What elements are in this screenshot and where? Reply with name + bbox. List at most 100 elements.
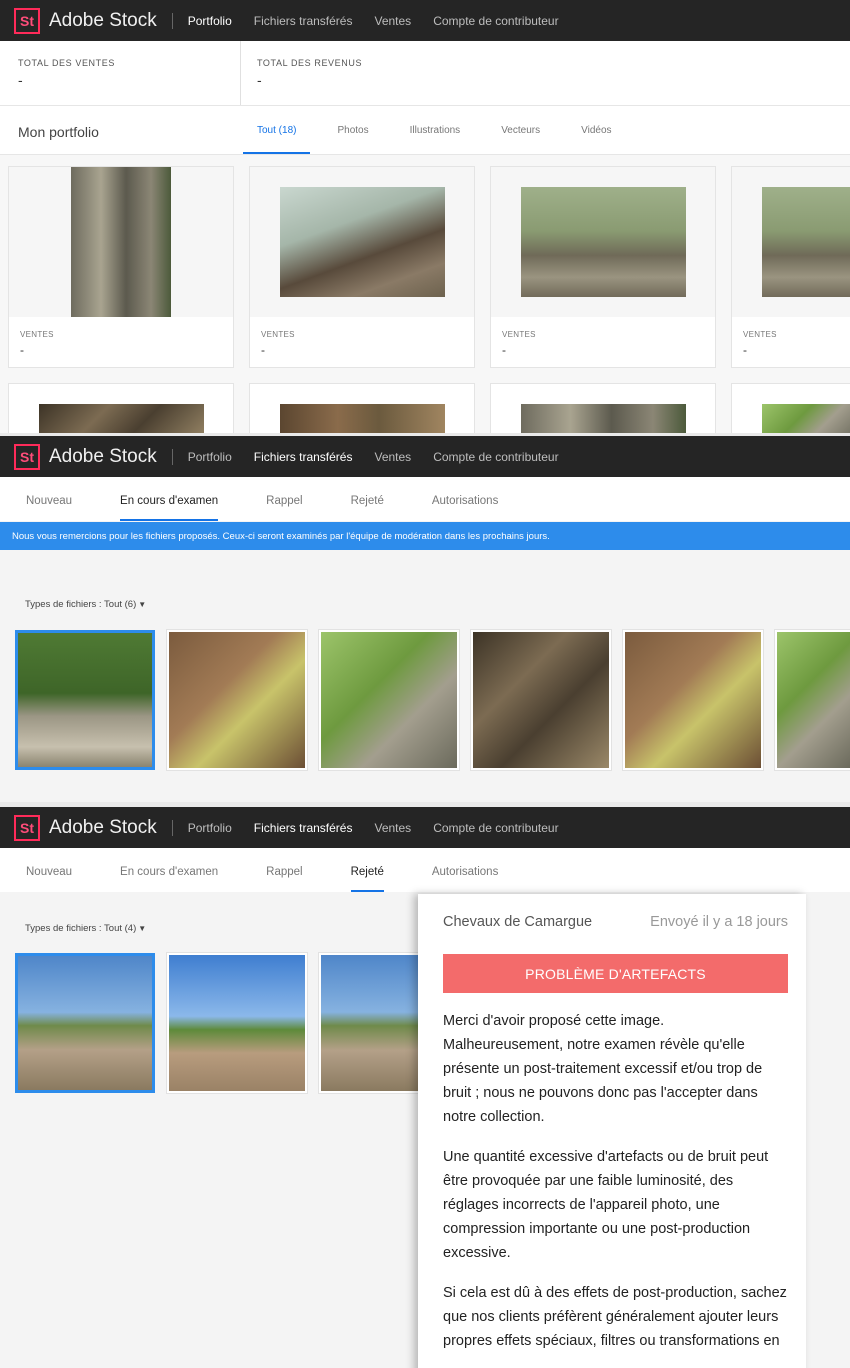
portfolio-card[interactable]: VENTES - xyxy=(490,166,716,368)
file-thumbnail[interactable] xyxy=(167,630,307,770)
portfolio-card[interactable]: VENTES - xyxy=(8,166,234,368)
file-type-filter-label: Types de fichiers : Tout (6) xyxy=(25,599,137,610)
tab-reminder[interactable]: Rappel xyxy=(266,477,302,521)
file-type-filter[interactable]: Types de fichiers : Tout (4) ▼ xyxy=(25,923,146,934)
in-review-panel: St Adobe Stock Portfolio Fichiers transf… xyxy=(0,436,850,802)
nav-separator xyxy=(171,819,173,836)
tab-authorizations[interactable]: Autorisations xyxy=(432,477,498,521)
portfolio-card[interactable] xyxy=(249,383,475,433)
nav-sales[interactable]: Ventes xyxy=(374,821,411,835)
tab-authorizations[interactable]: Autorisations xyxy=(432,848,498,892)
file-type-filter[interactable]: Types de fichiers : Tout (6) ▼ xyxy=(25,599,146,610)
nav-uploaded-files[interactable]: Fichiers transférés xyxy=(254,821,353,835)
stat-value: - xyxy=(18,72,23,88)
portfolio-card[interactable]: VENTES - xyxy=(731,166,850,368)
file-thumbnail[interactable] xyxy=(15,953,155,1093)
portfolio-thumbnail[interactable] xyxy=(762,187,850,297)
tab-in-review[interactable]: En cours d'examen xyxy=(120,848,218,892)
adobe-stock-logo[interactable]: St xyxy=(14,7,40,34)
file-thumbnail[interactable] xyxy=(167,953,307,1093)
card-sales-value: - xyxy=(502,343,506,357)
portfolio-card[interactable] xyxy=(490,383,716,433)
adobe-stock-logo[interactable]: St xyxy=(14,443,40,470)
portfolio-thumbnail[interactable] xyxy=(38,404,204,433)
chevron-down-icon[interactable]: ▼ xyxy=(138,600,146,609)
thumbnail-image xyxy=(18,633,152,767)
brand-name[interactable]: Adobe Stock xyxy=(49,817,157,839)
portfolio-thumbnail[interactable] xyxy=(520,404,686,433)
nav-contributor-account[interactable]: Compte de contributeur xyxy=(433,821,558,835)
portfolio-thumbnail[interactable] xyxy=(762,404,850,433)
portfolio-thumbnail[interactable] xyxy=(71,167,171,317)
card-sales-value: - xyxy=(20,343,24,357)
portfolio-thumbnail[interactable] xyxy=(279,187,445,297)
portfolio-thumbnail[interactable] xyxy=(279,404,445,433)
nav-portfolio[interactable]: Portfolio xyxy=(188,450,232,464)
nav-sales[interactable]: Ventes xyxy=(374,14,411,28)
stat-label: TOTAL DES VENTES xyxy=(18,58,115,68)
rejected-panel: St Adobe Stock Portfolio Fichiers transf… xyxy=(0,807,850,1368)
nav-separator xyxy=(171,448,173,465)
nav-contributor-account[interactable]: Compte de contributeur xyxy=(433,14,558,28)
tab-all[interactable]: Tout (18) xyxy=(242,106,312,154)
brand-name[interactable]: Adobe Stock xyxy=(49,446,157,468)
chevron-down-icon[interactable]: ▼ xyxy=(138,924,146,933)
nav-portfolio[interactable]: Portfolio xyxy=(188,14,232,28)
file-thumbnail[interactable] xyxy=(15,630,155,770)
upload-status-tabs: Nouveau En cours d'examen Rappel Rejeté … xyxy=(0,477,850,521)
card-sales-value: - xyxy=(743,343,747,357)
tab-new[interactable]: Nouveau xyxy=(26,477,72,521)
card-sales-label: VENTES xyxy=(502,330,536,339)
portfolio-card[interactable]: VENTES - xyxy=(249,166,475,368)
tab-rejected[interactable]: Rejeté xyxy=(351,477,384,521)
sent-date: Envoyé il y a 18 jours xyxy=(650,914,788,930)
file-title: Chevaux de Camargue xyxy=(443,914,593,930)
stat-value: - xyxy=(257,72,262,88)
tab-new[interactable]: Nouveau xyxy=(26,848,72,892)
card-sales-label: VENTES xyxy=(261,330,295,339)
tab-in-review[interactable]: En cours d'examen xyxy=(120,477,219,521)
tab-vectors[interactable]: Vecteurs xyxy=(501,106,540,154)
nav-contributor-account[interactable]: Compte de contributeur xyxy=(433,450,558,464)
tab-rejected[interactable]: Rejeté xyxy=(350,848,385,892)
top-navigation-bar: St Adobe Stock Portfolio Fichiers transf… xyxy=(0,0,850,41)
card-sales-label: VENTES xyxy=(743,330,777,339)
file-thumbnail[interactable] xyxy=(471,630,611,770)
thumbnail-image xyxy=(18,956,152,1090)
stat-total-revenue: TOTAL DES REVENUS - xyxy=(240,41,480,105)
file-thumbnail[interactable] xyxy=(775,630,850,770)
thumbnail-image xyxy=(473,632,609,768)
stat-total-sales: TOTAL DES VENTES - xyxy=(0,41,240,105)
portfolio-header: Mon portfolio Tout (18) Photos Illustrat… xyxy=(0,106,850,155)
nav-uploaded-files[interactable]: Fichiers transférés xyxy=(254,450,353,464)
nav-portfolio[interactable]: Portfolio xyxy=(188,821,232,835)
tab-photos[interactable]: Photos xyxy=(337,106,368,154)
portfolio-card[interactable] xyxy=(8,383,234,433)
file-type-filter-label: Types de fichiers : Tout (4) xyxy=(25,923,137,934)
file-thumbnail[interactable] xyxy=(623,630,763,770)
portfolio-card[interactable] xyxy=(731,383,850,433)
info-banner: Nous vous remercions pour les fichiers p… xyxy=(0,522,850,550)
adobe-stock-logo[interactable]: St xyxy=(14,814,40,841)
portfolio-thumbnail[interactable] xyxy=(520,187,686,297)
tab-videos[interactable]: Vidéos xyxy=(581,106,611,154)
stats-bar: TOTAL DES VENTES - TOTAL DES REVENUS - xyxy=(0,41,850,106)
nav-sales[interactable]: Ventes xyxy=(374,450,411,464)
card-sales-label: VENTES xyxy=(20,330,54,339)
brand-name[interactable]: Adobe Stock xyxy=(49,10,157,32)
nav-uploaded-files[interactable]: Fichiers transférés xyxy=(254,14,353,28)
thumbnail-image xyxy=(169,955,305,1091)
rejection-paragraph: Merci d'avoir proposé cette image. Malhe… xyxy=(443,1013,763,1125)
nav-separator xyxy=(171,12,173,29)
file-thumbnail[interactable] xyxy=(319,630,459,770)
top-navigation-bar: St Adobe Stock Portfolio Fichiers transf… xyxy=(0,436,850,477)
tab-illustrations[interactable]: Illustrations xyxy=(410,106,461,154)
rejection-paragraph: Une quantité excessive d'artefacts ou de… xyxy=(443,1149,769,1261)
stat-label: TOTAL DES REVENUS xyxy=(257,58,363,68)
thumbnail-image xyxy=(321,632,457,768)
upload-status-tabs: Nouveau En cours d'examen Rappel Rejeté … xyxy=(0,848,850,892)
rejection-detail-panel: Chevaux de Camargue Envoyé il y a 18 jou… xyxy=(418,894,806,1368)
portfolio-panel: St Adobe Stock Portfolio Fichiers transf… xyxy=(0,0,850,433)
tab-reminder[interactable]: Rappel xyxy=(266,848,302,892)
thumbnail-image xyxy=(169,632,305,768)
